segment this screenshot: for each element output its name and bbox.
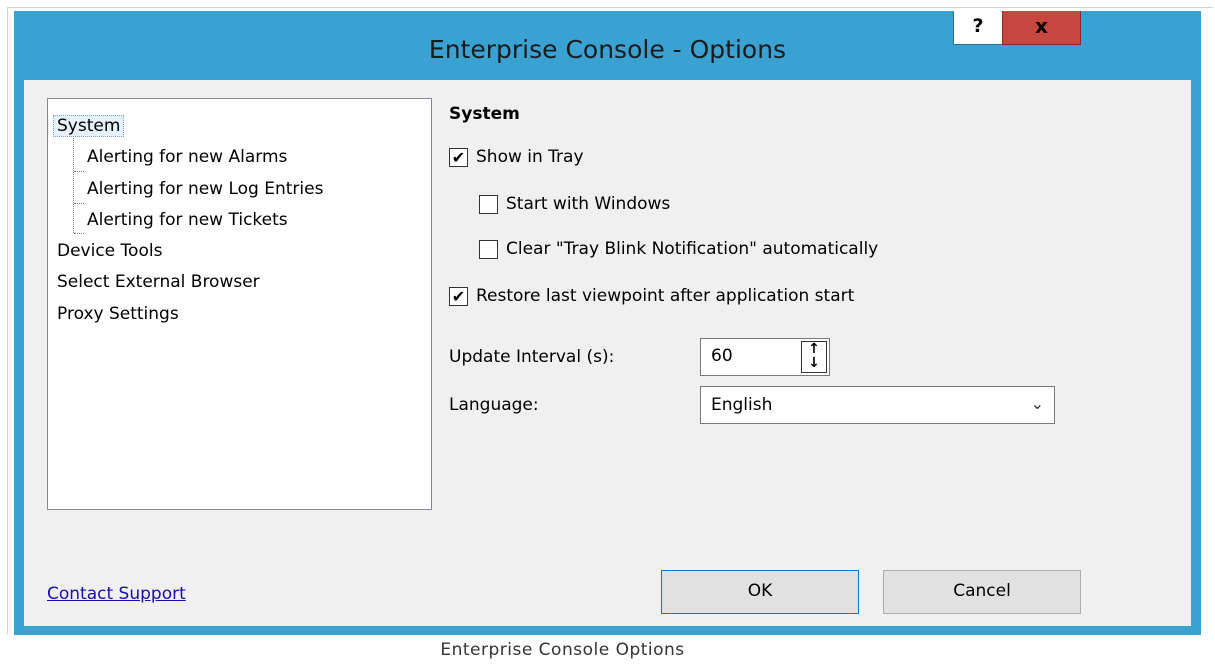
language-select[interactable]: English ⌄ xyxy=(700,386,1055,424)
chevron-down-icon[interactable]: ⌄ xyxy=(1031,394,1044,413)
start-with-windows-row[interactable]: Start with Windows xyxy=(479,194,670,214)
section-title: System xyxy=(449,104,520,124)
tree-item-device-tools[interactable]: Device Tools xyxy=(57,241,162,261)
tree-connector xyxy=(74,233,84,234)
start-with-windows-checkbox[interactable] xyxy=(479,194,498,214)
update-interval-value[interactable]: 60 xyxy=(711,346,733,366)
dialog-client-area: System Alerting for new Alarms Alerting … xyxy=(24,80,1191,626)
clear-tray-blink-row[interactable]: Clear "Tray Blink Notification" automati… xyxy=(479,239,878,259)
contact-support-link[interactable]: Contact Support xyxy=(47,584,186,604)
show-in-tray-checkbox[interactable]: ✔ xyxy=(449,147,468,167)
language-label: Language: xyxy=(449,395,539,415)
image-caption: Enterprise Console Options xyxy=(440,640,685,660)
spinner-arrows-icon[interactable]: ↑ ↓ xyxy=(801,341,827,373)
start-with-windows-label: Start with Windows xyxy=(506,194,671,214)
tree-item-system[interactable]: System xyxy=(53,115,125,137)
options-tree[interactable]: System Alerting for new Alarms Alerting … xyxy=(47,98,432,510)
show-in-tray-label: Show in Tray xyxy=(476,147,584,167)
tree-connector xyxy=(74,171,84,172)
tree-item-alerting-alarms[interactable]: Alerting for new Alarms xyxy=(87,147,287,167)
update-interval-label: Update Interval (s): xyxy=(449,347,615,367)
help-button[interactable]: ? xyxy=(953,11,1003,45)
restore-viewpoint-label: Restore last viewpoint after application… xyxy=(476,286,855,306)
clear-tray-blink-checkbox[interactable] xyxy=(479,239,498,259)
language-value: English xyxy=(711,395,773,415)
show-in-tray-row[interactable]: ✔ Show in Tray xyxy=(449,147,584,167)
tree-connector xyxy=(73,129,74,233)
update-interval-spinner[interactable]: 60 ↑ ↓ xyxy=(700,338,830,376)
restore-viewpoint-row[interactable]: ✔ Restore last viewpoint after applicati… xyxy=(449,286,854,306)
options-dialog: Enterprise Console - Options ? x System … xyxy=(14,11,1201,635)
ok-button[interactable]: OK xyxy=(661,570,859,614)
tree-item-alerting-log-entries[interactable]: Alerting for new Log Entries xyxy=(87,179,323,199)
tree-item-alerting-tickets[interactable]: Alerting for new Tickets xyxy=(87,210,288,230)
title-bar[interactable]: Enterprise Console - Options ? x xyxy=(14,11,1201,79)
tree-item-proxy-settings[interactable]: Proxy Settings xyxy=(57,304,179,324)
restore-viewpoint-checkbox[interactable]: ✔ xyxy=(449,286,468,306)
close-button[interactable]: x xyxy=(1002,11,1081,45)
cancel-button[interactable]: Cancel xyxy=(883,570,1081,614)
tree-item-external-browser[interactable]: Select External Browser xyxy=(57,272,260,292)
clear-tray-blink-label: Clear "Tray Blink Notification" automati… xyxy=(506,239,879,259)
tree-connector xyxy=(74,203,84,204)
